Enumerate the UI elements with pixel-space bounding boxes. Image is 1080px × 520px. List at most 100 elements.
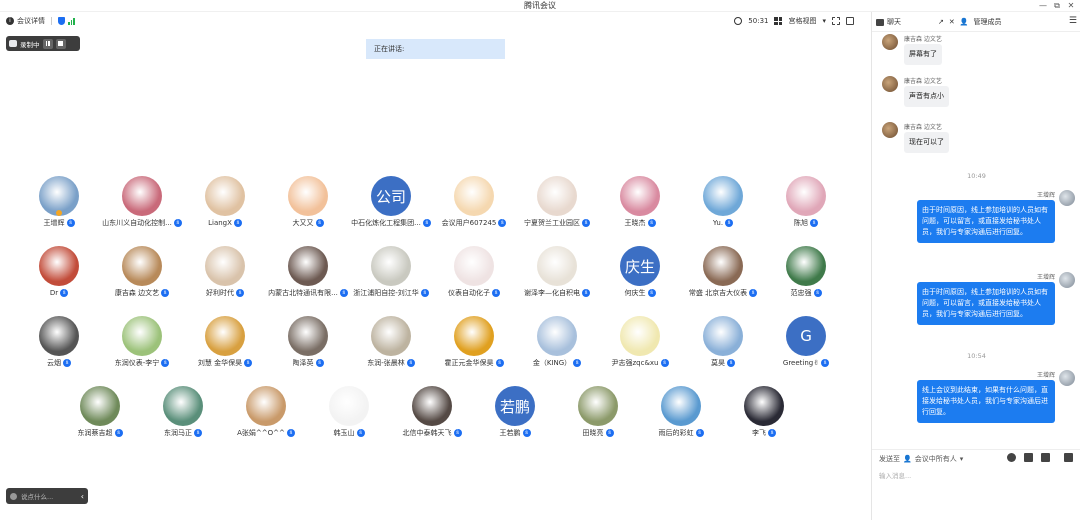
minimize-button[interactable]: — bbox=[1036, 0, 1050, 12]
maximize-button[interactable]: ⧉ bbox=[1050, 0, 1064, 12]
participant-tile[interactable]: 王增辉 ŝ bbox=[19, 176, 99, 228]
participant-tile[interactable]: 常盛 北京吉大仪表 ŝ bbox=[683, 246, 763, 298]
participant-tile[interactable]: 雨后的彩虹 ŝ bbox=[641, 386, 721, 438]
participant-avatar bbox=[537, 246, 577, 286]
participant-tile[interactable]: 大又又 ŝ bbox=[268, 176, 348, 228]
participant-tile[interactable]: 王晓杰 ŝ bbox=[600, 176, 680, 228]
participant-tile[interactable]: 莫昊 ŝ bbox=[683, 316, 763, 368]
participant-tile[interactable]: 北信中泰韩天飞 ŝ bbox=[392, 386, 472, 438]
participant-tile[interactable]: 刘慧 金华保昊 ŝ bbox=[185, 316, 265, 368]
pause-recording-button[interactable] bbox=[42, 38, 53, 49]
participant-tile[interactable]: 东润仪表-李宁 ŝ bbox=[102, 316, 182, 368]
participant-avatar bbox=[371, 316, 411, 356]
quick-message-bar[interactable]: 说点什么... ‹ bbox=[6, 488, 88, 504]
signal-icon[interactable] bbox=[68, 17, 75, 25]
participant-avatar: G bbox=[786, 316, 826, 356]
recipient-dropdown[interactable]: 会议中所有人 bbox=[915, 454, 957, 464]
participant-tile[interactable]: 陶泽英 ŝ bbox=[268, 316, 348, 368]
participant-avatar bbox=[39, 246, 79, 286]
participant-avatar bbox=[122, 316, 162, 356]
participant-tile[interactable]: 仪表自动化子 ŝ bbox=[434, 246, 514, 298]
view-mode-dropdown[interactable]: 宫格视图 bbox=[788, 16, 816, 26]
participant-name-row: LiangX ŝ bbox=[185, 218, 265, 228]
participant-tile[interactable]: A张娟^^O^^ ŝ bbox=[226, 386, 306, 438]
sender-avatar bbox=[882, 122, 898, 138]
shield-icon[interactable] bbox=[58, 17, 65, 25]
participant-tile[interactable]: G Greeting✌ ŝ bbox=[766, 316, 846, 368]
manage-members-button[interactable]: 管理成员 bbox=[973, 17, 1001, 27]
participant-tile[interactable]: 尹志强zqc&xu ŝ bbox=[600, 316, 680, 368]
participant-tile[interactable]: 康吉森 边文艺 ŝ bbox=[102, 246, 182, 298]
participant-tile[interactable]: 东润蔡吉超 ŝ bbox=[60, 386, 140, 438]
participant-name-row: 谢泽李—化自积电 ŝ bbox=[517, 288, 597, 298]
participant-name-row: 田晓亮 ŝ bbox=[558, 428, 638, 438]
participant-name-row: 浙江浦阳自控-刘江华 ŝ bbox=[351, 288, 431, 298]
close-button[interactable]: ✕ bbox=[1064, 0, 1078, 12]
participant-tile[interactable]: 山东川义自动化控制... ŝ bbox=[102, 176, 182, 228]
participant-avatar bbox=[744, 386, 784, 426]
participant-tile[interactable]: 范忠强 ŝ bbox=[766, 246, 846, 298]
avatar-initials: G bbox=[800, 327, 812, 345]
recording-label: 录制中 bbox=[20, 40, 40, 49]
avatar-initials: 公司 bbox=[375, 187, 406, 206]
participant-name-row: Yu. ŝ bbox=[683, 218, 763, 228]
participant-tile[interactable]: 霍正元金华保昊 ŝ bbox=[434, 316, 514, 368]
participant-tile[interactable]: 李飞 ŝ bbox=[724, 386, 804, 438]
mic-muted-icon: ŝ bbox=[453, 429, 462, 437]
mic-muted-icon: ŝ bbox=[582, 219, 590, 227]
participant-tile[interactable]: 陈旭 ŝ bbox=[766, 176, 846, 228]
chat-input[interactable]: 输入消息... bbox=[879, 470, 911, 480]
mic-muted-icon: ŝ bbox=[605, 429, 614, 437]
participant-tile[interactable]: 东润马正 ŝ bbox=[143, 386, 223, 438]
participant-tile[interactable]: 云烟 ŝ bbox=[19, 316, 99, 368]
participant-tile[interactable]: 金（KING） ŝ bbox=[517, 316, 597, 368]
chevron-down-icon[interactable]: ▾ bbox=[822, 17, 826, 25]
chevron-down-icon[interactable]: ▾ bbox=[960, 455, 964, 463]
mic-muted-icon: ŝ bbox=[495, 359, 504, 367]
meeting-info-button[interactable]: i 会议详情 bbox=[6, 16, 75, 26]
close-chat-icon[interactable]: ✕ bbox=[949, 18, 955, 26]
participant-tile[interactable]: 好利时代 ŝ bbox=[185, 246, 265, 298]
sidebar-toggle-icon[interactable] bbox=[846, 17, 854, 25]
participant-name-row: 韩玉山 ŝ bbox=[309, 428, 389, 438]
participant-tile[interactable]: 东润-张晨林 ŝ bbox=[351, 316, 431, 368]
participant-tile[interactable]: 若鹏 王若鹏 ŝ bbox=[475, 386, 555, 438]
emoji-icon[interactable] bbox=[1007, 453, 1016, 462]
fullscreen-icon[interactable] bbox=[832, 17, 840, 25]
participant-tile[interactable]: 公司 中石化炼化工程集团... ŝ bbox=[351, 176, 431, 228]
send-bar: 发送至 👤 会议中所有人 ▾ bbox=[872, 449, 1080, 465]
settings-icon[interactable] bbox=[1064, 453, 1073, 462]
participant-name: 李飞 bbox=[752, 429, 766, 437]
participant-tile[interactable]: 浙江浦阳自控-刘江华 ŝ bbox=[351, 246, 431, 298]
participant-tile[interactable]: Dr ŝ bbox=[19, 246, 99, 298]
participant-name: 云烟 bbox=[47, 359, 61, 367]
participant-tile[interactable]: 会议用户607245 ŝ bbox=[434, 176, 514, 228]
participant-tile[interactable]: 韩玉山 ŝ bbox=[309, 386, 389, 438]
announcement-icon[interactable] bbox=[1041, 453, 1050, 462]
folder-icon[interactable] bbox=[1024, 453, 1033, 462]
participant-tile[interactable]: 庆生 何庆生 ŝ bbox=[600, 246, 680, 298]
participant-name-row: 尹志强zqc&xu ŝ bbox=[600, 358, 680, 368]
participant-tile[interactable]: LiangX ŝ bbox=[185, 176, 265, 228]
chevron-left-icon[interactable]: ‹ bbox=[81, 492, 84, 501]
participant-avatar bbox=[786, 176, 826, 216]
participant-tile[interactable]: 宁夏贺兰工业园区 ŝ bbox=[517, 176, 597, 228]
mic-muted-icon: ŝ bbox=[492, 289, 500, 297]
popout-icon[interactable]: ↗ bbox=[938, 18, 944, 26]
participant-name-row: 东润-张晨林 ŝ bbox=[351, 358, 431, 368]
clock-icon bbox=[734, 17, 743, 25]
mic-muted-icon: ŝ bbox=[315, 219, 324, 227]
participant-tile[interactable]: 田晓亮 ŝ bbox=[558, 386, 638, 438]
toolbar-right: 50:31 宫格视图 ▾ bbox=[734, 16, 854, 26]
participant-tile[interactable]: Yu. ŝ bbox=[683, 176, 763, 228]
grid-view-icon[interactable] bbox=[774, 17, 783, 25]
participant-tile[interactable]: 内蒙古北特通讯有限... ŝ bbox=[268, 246, 348, 298]
participant-name-row: 王若鹏 ŝ bbox=[475, 428, 555, 438]
participant-avatar: 公司 bbox=[371, 176, 411, 216]
stop-recording-button[interactable] bbox=[55, 38, 66, 49]
participant-avatar bbox=[288, 246, 328, 286]
message-bubble: 线上会议到此结束，如果有什么问题，直接发给秘书处人员，我们与专家沟通后进行回复。 bbox=[917, 380, 1055, 423]
menu-icon[interactable]: ☰ bbox=[1069, 16, 1077, 26]
participant-name: Dr bbox=[49, 289, 59, 297]
participant-tile[interactable]: 谢泽李—化自积电 ŝ bbox=[517, 246, 597, 298]
